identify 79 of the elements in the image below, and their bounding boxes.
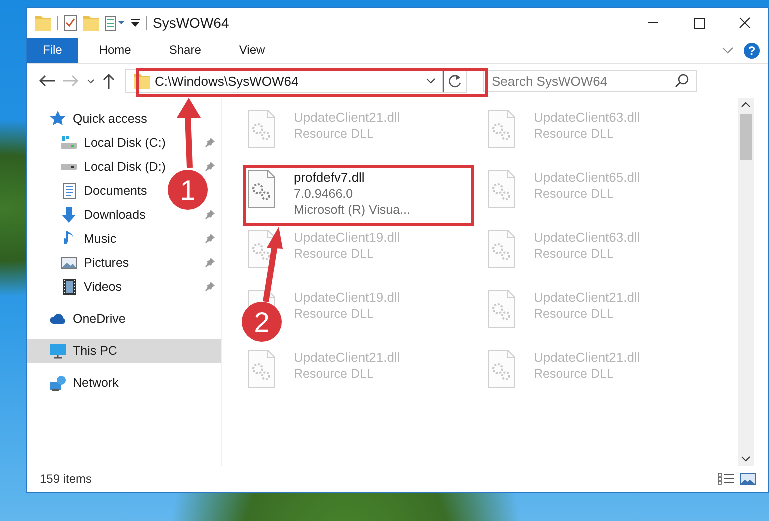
callout-number: 1	[180, 175, 196, 206]
window-title: SysWOW64	[153, 15, 230, 31]
callout-badge	[168, 170, 208, 210]
callout-number: 2	[254, 307, 270, 338]
checkmark-document-icon[interactable]	[64, 15, 77, 31]
back-arrow-icon[interactable]	[39, 75, 55, 87]
chevron-down-icon[interactable]	[426, 78, 436, 84]
file-detail: Resource DLL	[534, 127, 615, 141]
file-detail: Resource DLL	[534, 247, 615, 261]
sidebar-item[interactable]: Network	[73, 376, 119, 390]
ribbon-tab[interactable]: Share	[150, 38, 220, 63]
chevron-down-icon[interactable]	[87, 78, 95, 84]
gear-file-icon	[248, 110, 278, 148]
file-detail: Resource DLL	[294, 247, 375, 261]
sidebar-item[interactable]: Quick access	[73, 112, 148, 126]
dropdown-icon[interactable]	[131, 18, 140, 28]
gear-file-icon	[488, 110, 518, 148]
ribbon-tab[interactable]: View	[220, 38, 284, 63]
file-detail: Resource DLL	[294, 367, 375, 381]
document-icon	[62, 183, 76, 199]
sidebar-item[interactable]: OneDrive	[73, 312, 126, 326]
chevron-up-icon[interactable]	[741, 102, 751, 108]
file-detail: Resource DLL	[294, 307, 375, 321]
gear-file-icon	[488, 170, 518, 208]
scrollbar[interactable]	[738, 98, 754, 466]
search-icon[interactable]	[675, 74, 689, 88]
picture-icon	[61, 257, 77, 269]
pin-icon[interactable]	[205, 210, 215, 220]
music-note-icon	[64, 231, 74, 247]
item-count: 159 items	[40, 472, 92, 486]
callout-arrow	[177, 98, 201, 168]
callout-badge	[242, 302, 282, 342]
sidebar-item[interactable]: Music	[84, 232, 117, 246]
down-arrow-icon	[62, 207, 76, 223]
file-detail: 7.0.9466.0	[294, 187, 354, 201]
details-view-icon[interactable]	[718, 473, 734, 485]
file-name[interactable]: profdefv7.dll	[294, 170, 410, 185]
sidebar-item[interactable]: Videos	[84, 280, 122, 294]
star-icon	[50, 111, 66, 127]
pin-icon[interactable]	[205, 162, 215, 172]
file-detail: Resource DLL	[534, 187, 615, 201]
gear-file-icon	[248, 230, 278, 268]
film-icon	[62, 279, 76, 295]
sidebar-item[interactable]: Documents	[84, 184, 148, 198]
gear-file-icon	[248, 350, 278, 388]
file-detail: Resource DLL	[294, 127, 375, 141]
sidebar-item[interactable]: Pictures	[84, 256, 130, 270]
search-field[interactable]: Search SysWOW64	[483, 70, 697, 92]
ribbon-tab[interactable]: Home	[80, 38, 150, 63]
help-button[interactable]: ?	[744, 42, 760, 58]
pin-icon[interactable]	[205, 282, 215, 292]
gear-file-icon	[488, 230, 518, 268]
address-field[interactable]: C:\Windows\SysWOW64	[125, 69, 443, 93]
sidebar-item[interactable]: This PC	[27, 339, 221, 363]
properties-icon[interactable]	[105, 16, 125, 30]
file-detail: Microsoft (R) Visua...	[294, 203, 410, 217]
monitor-icon	[50, 344, 66, 358]
up-arrow-icon[interactable]	[103, 73, 115, 89]
sidebar-item[interactable]: Local Disk (C:)	[84, 136, 166, 150]
large-icons-view-icon[interactable]	[740, 473, 756, 485]
gear-file-icon	[488, 350, 518, 388]
ribbon-tab[interactable]: File	[27, 38, 78, 63]
refresh-icon[interactable]	[448, 74, 462, 88]
address-path: C:\Windows\SysWOW64	[155, 74, 300, 88]
file-detail: Resource DLL	[534, 307, 615, 321]
network-icon	[50, 376, 66, 390]
scrollbar-thumb[interactable]	[740, 114, 752, 160]
pin-icon[interactable]	[205, 258, 215, 268]
pin-icon[interactable]	[205, 138, 215, 148]
pin-icon[interactable]	[205, 234, 215, 244]
drive-icon	[61, 164, 77, 170]
file-detail: Resource DLL	[534, 367, 615, 381]
drive-icon	[61, 136, 77, 150]
sidebar-item[interactable]: Local Disk (D:)	[84, 160, 166, 174]
gear-file-icon	[488, 290, 518, 328]
gear-file-icon	[248, 170, 278, 208]
chevron-down-icon[interactable]	[741, 456, 751, 462]
sidebar-item[interactable]: Downloads	[84, 208, 146, 222]
cloud-icon	[50, 314, 66, 324]
